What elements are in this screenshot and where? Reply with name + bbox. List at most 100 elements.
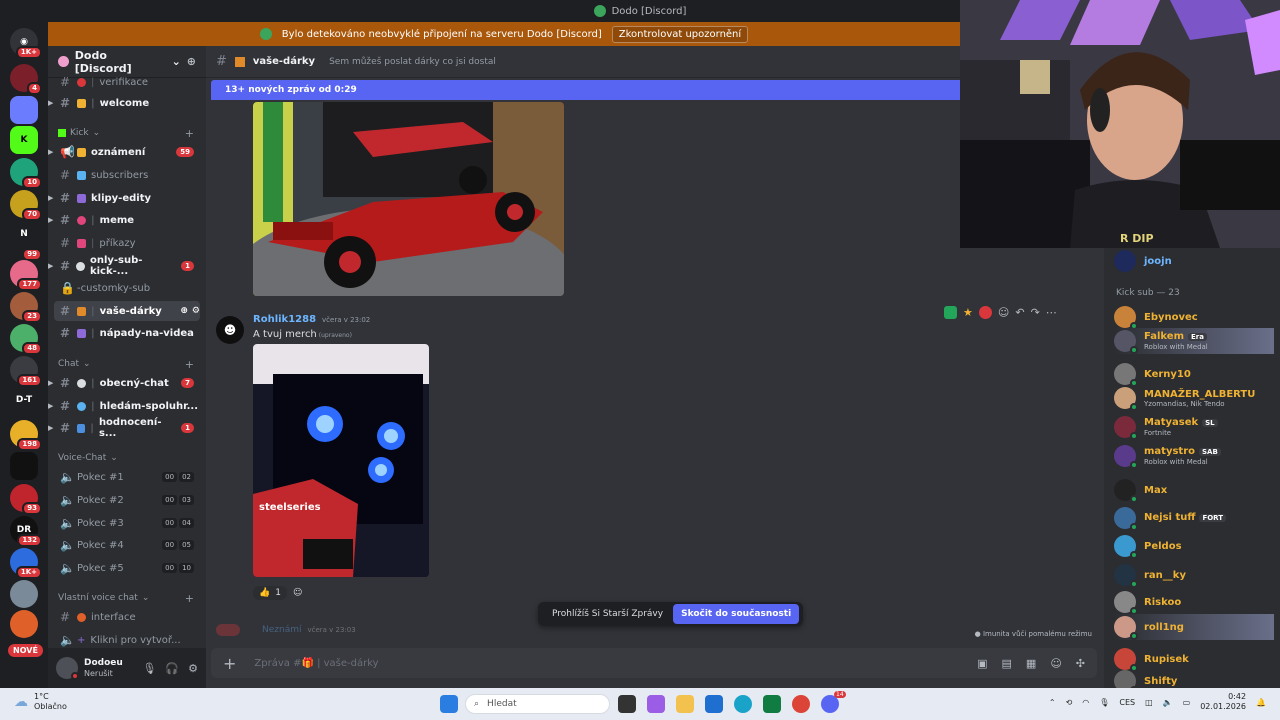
new-unread-pill[interactable]: NOVÉ [8, 644, 43, 657]
server-icon[interactable] [10, 452, 38, 480]
check-emoji-icon[interactable] [944, 305, 957, 319]
category-chat[interactable]: Chat ⌄ + [48, 356, 206, 372]
sticker-icon[interactable]: ▦ [1026, 657, 1036, 670]
apps-icon[interactable]: ✣ [1076, 657, 1085, 670]
outlook-icon[interactable] [705, 695, 723, 713]
channel-obecny[interactable]: ▶ # | obecný-chat 7 [48, 373, 206, 393]
channel-verifikace[interactable]: # | verifikace [48, 72, 206, 92]
server-icon[interactable] [10, 96, 38, 124]
check-warnings-button[interactable]: Zkontrolovat upozornění [611, 25, 749, 43]
add-channel-icon[interactable]: + [185, 358, 194, 371]
server-icon[interactable]: 4 [10, 64, 42, 95]
member-item[interactable]: Matyasek SL Fortnite [1114, 414, 1280, 440]
task-view-icon[interactable] [618, 695, 636, 713]
upload-plus-icon[interactable]: + [223, 654, 236, 673]
voice-channel[interactable]: 🔈 Pokec #2 00 03 [48, 490, 206, 510]
language-indicator[interactable]: CES [1119, 698, 1135, 707]
member-item[interactable]: Peldos [1114, 533, 1280, 559]
member-item[interactable]: roll1ng [1114, 614, 1274, 640]
member-item[interactable]: Falkem Era Roblox with Medal [1114, 328, 1274, 354]
add-reaction-icon[interactable]: ☺ [998, 306, 1009, 319]
server-icon[interactable]: 198 [10, 420, 42, 451]
invite-icon[interactable]: ⊕ [180, 306, 188, 316]
channel-welcome[interactable]: ▶ # | welcome [48, 93, 206, 113]
channel-settings-icons[interactable]: ⊕ ⚙ [180, 306, 200, 316]
member-item[interactable]: matystro SAB Roblox with Medal [1114, 443, 1280, 469]
gear-icon[interactable]: ⚙ [192, 306, 200, 316]
notification-icon[interactable]: 🔔 [1256, 698, 1266, 707]
server-icon[interactable]: 23 [10, 292, 42, 323]
channel-vase-darky[interactable]: # | vaše-dárky ⊕ ⚙ [54, 301, 200, 321]
forward-icon[interactable]: ↷ [1031, 306, 1040, 319]
server-icon[interactable]: 10 [10, 158, 42, 189]
gift-icon[interactable]: ▣ [977, 657, 987, 670]
member-item[interactable]: Ebynovec [1114, 304, 1280, 330]
server-icon[interactable]: 99 [10, 230, 42, 261]
server-icon[interactable]: D-T [10, 386, 38, 414]
voice-channel[interactable]: 🔈 Pokec #5 00 10 [48, 558, 206, 578]
message-input[interactable]: Zpráva #🎁 | vaše-dárky [254, 658, 378, 669]
server-icon[interactable]: 177 [10, 260, 42, 291]
server-icon[interactable]: 48 [10, 324, 42, 355]
voice-channel[interactable]: 🔈 Pokec #3 00 04 [48, 513, 206, 533]
edge-icon[interactable] [734, 695, 752, 713]
emoji-icon[interactable] [978, 305, 992, 319]
channel-create-voice[interactable]: 🔈 + Klikni pro vytvoř... [48, 630, 206, 650]
invite-icon[interactable]: ⊕ [187, 55, 196, 68]
channel-hledam[interactable]: ▶ # | hledám-spoluhr... [48, 396, 206, 416]
member-item[interactable]: MANAŽER_ALBERTU Yzomandias, Nik Tendo [1114, 385, 1280, 411]
wifi-icon[interactable]: ◠ [1082, 698, 1089, 707]
copilot-icon[interactable] [647, 695, 665, 713]
channel-subscribers[interactable]: # subscribers [48, 165, 206, 185]
file-explorer-icon[interactable] [676, 695, 694, 713]
channel-hodnoceni[interactable]: ▶ # | hodnocení-s... 1 [48, 417, 206, 439]
category-kick[interactable]: Kick ⌄ + [48, 125, 206, 141]
channel-oznameni[interactable]: ▶ 📢 oznámení 59 [48, 142, 206, 162]
more-icon[interactable]: ⋯ [1046, 306, 1057, 319]
member-item[interactable]: Max [1114, 477, 1280, 503]
channel-napady[interactable]: # | nápady-na-videa [48, 323, 206, 343]
chrome-icon[interactable] [792, 695, 810, 713]
message-composer[interactable]: + Zpráva #🎁 | vaše-dárky ▣ ▤ ▦ ☺ ✣ [211, 648, 1097, 678]
windows-start-icon[interactable] [440, 695, 458, 713]
clock[interactable]: 0:42 02.01.2026 [1200, 692, 1246, 712]
member-item[interactable]: ran__ky [1114, 562, 1280, 588]
channel-prikazy[interactable]: # | příkazy [48, 233, 206, 253]
channel-interface[interactable]: # interface [48, 607, 206, 627]
server-icon[interactable] [10, 610, 38, 638]
voice-channel[interactable]: 🔈 Pokec #4 00 05 [48, 535, 206, 555]
excel-icon[interactable] [763, 695, 781, 713]
battery-icon[interactable]: ▭ [1183, 698, 1191, 707]
avatar[interactable]: ☻ [216, 316, 244, 344]
jump-to-present-button[interactable]: Skočit do současnosti [673, 604, 800, 624]
channel-klipy[interactable]: ▶ # klipy-edity [48, 188, 206, 208]
server-icon[interactable]: 70 [10, 190, 42, 221]
channel-customky[interactable]: 🔒 -customky-sub [48, 278, 206, 298]
star-emoji-icon[interactable]: ★ [963, 306, 973, 319]
home-button[interactable]: ◉ 1K+ [10, 28, 42, 59]
server-icon[interactable]: DR 132 [10, 516, 42, 547]
headphones-icon[interactable]: 🎧 [165, 662, 179, 675]
server-icon[interactable]: 1K+ [10, 548, 42, 579]
member-item[interactable]: Kerny10 [1114, 361, 1280, 387]
sync-icon[interactable]: ⟲ [1066, 698, 1073, 707]
volume-icon[interactable]: 🔈 [1163, 698, 1173, 707]
weather-widget[interactable]: ☁ 1°C Oblačno [14, 692, 67, 712]
taskbar-search[interactable]: ⌕ Hledat [465, 694, 610, 714]
network-icon[interactable]: ◫ [1145, 698, 1153, 707]
server-icon[interactable]: 161 [10, 356, 42, 387]
channel-onlysub[interactable]: ▶ # only-sub-kick-... 1 [48, 255, 206, 277]
gif-icon[interactable]: ▤ [1002, 657, 1012, 670]
add-channel-icon[interactable]: + [185, 127, 194, 140]
microphone-icon[interactable]: 🎙 [142, 662, 156, 675]
message-author[interactable]: Rohlik1288 [253, 314, 316, 325]
channel-meme[interactable]: ▶ # | meme [48, 210, 206, 230]
channel-topic[interactable]: Sem můžeš poslat dárky co jsi dostal [329, 57, 496, 67]
add-channel-icon[interactable]: + [185, 592, 194, 605]
avatar[interactable] [56, 657, 79, 680]
new-messages-bar[interactable]: 13+ nových zpráv od 0:29 [211, 80, 965, 100]
gear-icon[interactable]: ⚙ [188, 662, 198, 675]
reply-icon[interactable]: ↶ [1015, 306, 1024, 319]
message-image[interactable]: steelseries [253, 344, 429, 577]
reaction-thumbs-up[interactable]: 👍 1 [253, 586, 287, 600]
